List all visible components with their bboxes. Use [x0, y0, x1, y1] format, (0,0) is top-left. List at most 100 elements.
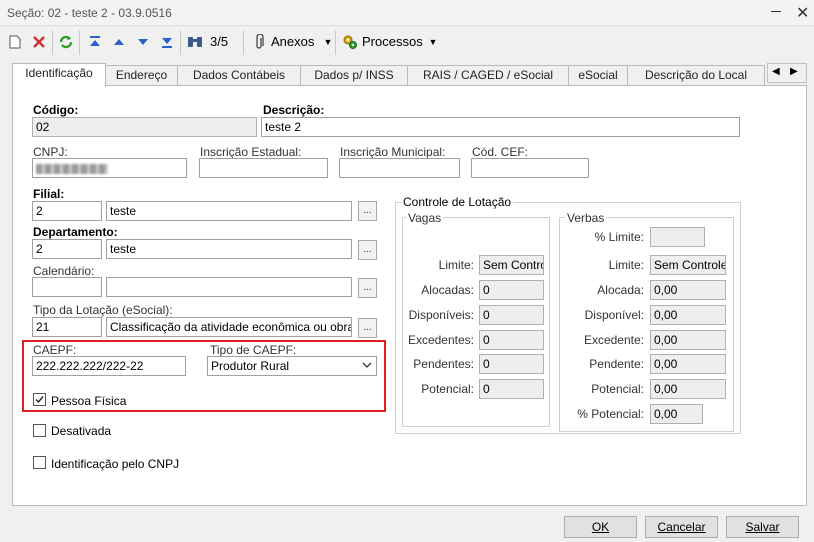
toolbar-separator	[243, 31, 244, 55]
new-document-icon[interactable]	[6, 33, 24, 51]
insc-estadual-label: Inscrição Estadual:	[200, 145, 302, 159]
tab-endereco[interactable]: Endereço	[105, 65, 178, 85]
pessoa-fisica-label: Pessoa Física	[51, 394, 127, 408]
scroll-right-icon[interactable]: ▶	[790, 66, 798, 77]
calendario-label: Calendário:	[33, 264, 95, 278]
descricao-field[interactable]: teste 2	[261, 117, 740, 137]
tipo-lotacao-code-field[interactable]: 21	[32, 317, 102, 337]
next-record-icon[interactable]	[134, 33, 152, 51]
verbas-pct-potencial-label: % Potencial:	[577, 407, 644, 421]
delete-icon[interactable]	[30, 33, 48, 51]
tab-rais-caged-esocial[interactable]: RAIS / CAGED / eSocial	[407, 65, 569, 85]
vagas-excedentes-label: Excedentes:	[407, 333, 474, 347]
cancelar-button[interactable]: Cancelar	[645, 516, 718, 538]
verbas-pct-limite-label: % Limite:	[594, 230, 644, 244]
verbas-potencial-label: Potencial:	[591, 382, 644, 396]
vagas-alocadas-field: 0	[479, 280, 544, 300]
filial-code-field[interactable]: 2	[32, 201, 102, 221]
verbas-disponivel-label: Disponível:	[584, 308, 644, 322]
vagas-disponiveis-label: Disponíveis:	[408, 308, 474, 322]
record-counter: 3/5	[210, 34, 229, 49]
verbas-excedente-label: Excedente:	[583, 333, 644, 347]
caepf-field[interactable]: 222.222.222/222-22	[32, 356, 186, 376]
desativada-label: Desativada	[51, 424, 112, 438]
window-title: Seção: 02 - teste 2 - 03.9.0516	[7, 6, 172, 20]
refresh-icon[interactable]	[57, 33, 75, 51]
verbas-title: Verbas	[565, 211, 607, 225]
vagas-pendentes-field: 0	[479, 354, 544, 374]
minimize-icon[interactable]	[771, 11, 781, 12]
anexos-button[interactable]: Anexos	[271, 34, 314, 49]
ident-cnpj-label: Identificação pelo CNPJ	[51, 457, 180, 471]
first-record-icon[interactable]	[86, 33, 104, 51]
tab-scroll-buttons: ◀ ▶	[767, 63, 807, 83]
title-bar: Seção: 02 - teste 2 - 03.9.0516 ✕	[0, 0, 814, 26]
descricao-label: Descrição:	[263, 103, 325, 117]
vagas-potencial-label: Potencial:	[421, 382, 474, 396]
calendario-name-field	[106, 277, 352, 297]
last-record-icon[interactable]	[158, 33, 176, 51]
tab-identificacao[interactable]: Identificação	[12, 63, 106, 87]
tipo-caepf-value: Produtor Rural	[211, 359, 290, 373]
verbas-pct-potencial-field: 0,00	[650, 404, 703, 424]
vagas-disponiveis-field: 0	[479, 305, 544, 325]
verbas-disponivel-field: 0,00	[650, 305, 726, 325]
filial-name-field: teste	[106, 201, 352, 221]
cod-cef-field[interactable]	[471, 158, 589, 178]
tab-descricao-local[interactable]: Descrição do Local	[627, 65, 765, 85]
cnpj-field[interactable]	[32, 158, 187, 178]
toolbar-separator	[335, 31, 336, 55]
pessoa-fisica-checkbox[interactable]	[33, 393, 46, 406]
tipo-lotacao-lookup-button[interactable]: ...	[358, 318, 377, 338]
vagas-alocadas-label: Alocadas:	[421, 283, 474, 297]
departamento-name-field: teste	[106, 239, 352, 259]
insc-estadual-field[interactable]	[199, 158, 328, 178]
codigo-field: 02	[32, 117, 257, 137]
controle-lotacao-title: Controle de Lotação	[401, 195, 514, 209]
ok-button[interactable]: OK	[564, 516, 637, 538]
desativada-checkbox[interactable]	[33, 424, 46, 437]
binoculars-icon[interactable]	[186, 33, 204, 51]
insc-municipal-label: Inscrição Municipal:	[340, 145, 446, 159]
filial-label: Filial:	[33, 187, 65, 201]
salvar-button[interactable]: Salvar	[726, 516, 799, 538]
codigo-label: Código:	[33, 103, 79, 117]
verbas-pct-limite-field	[650, 227, 705, 247]
paperclip-icon[interactable]	[250, 33, 268, 51]
vagas-pendentes-label: Pendentes:	[413, 357, 474, 371]
redacted-cnpj	[36, 163, 108, 174]
calendario-code-field[interactable]	[32, 277, 102, 297]
scroll-left-icon[interactable]: ◀	[772, 66, 780, 77]
tipo-lotacao-label: Tipo da Lotação (eSocial):	[33, 303, 173, 317]
chevron-down-icon[interactable]: ▼	[424, 33, 442, 51]
tab-dados-inss[interactable]: Dados p/ INSS	[300, 65, 408, 85]
tipo-caepf-select[interactable]: Produtor Rural	[207, 356, 377, 376]
vagas-limite-field: Sem Controle	[479, 255, 544, 275]
departamento-code-field[interactable]: 2	[32, 239, 102, 259]
chevron-down-icon[interactable]	[362, 359, 372, 373]
toolbar-separator	[52, 31, 53, 55]
caepf-label: CAEPF:	[33, 343, 77, 357]
filial-lookup-button[interactable]: ...	[358, 201, 377, 221]
vagas-limite-label: Limite:	[438, 258, 474, 272]
tab-esocial[interactable]: eSocial	[568, 65, 628, 85]
verbas-excedente-field: 0,00	[650, 330, 726, 350]
close-icon[interactable]: ✕	[796, 3, 809, 23]
gears-icon[interactable]	[341, 33, 359, 51]
calendario-lookup-button[interactable]: ...	[358, 278, 377, 298]
toolbar-separator	[79, 31, 80, 55]
ident-cnpj-checkbox[interactable]	[33, 456, 46, 469]
insc-municipal-field[interactable]	[339, 158, 460, 178]
verbas-pendente-label: Pendente:	[589, 357, 644, 371]
departamento-label: Departamento:	[33, 225, 118, 239]
verbas-alocada-label: Alocada:	[597, 283, 644, 297]
cnpj-label: CNPJ:	[33, 145, 68, 159]
verbas-potencial-field: 0,00	[650, 379, 726, 399]
previous-record-icon[interactable]	[110, 33, 128, 51]
departamento-lookup-button[interactable]: ...	[358, 240, 377, 260]
processos-button[interactable]: Processos	[362, 34, 423, 49]
cod-cef-label: Cód. CEF:	[472, 145, 529, 159]
tipo-caepf-label: Tipo de CAEPF:	[210, 343, 297, 357]
tab-dados-contabeis[interactable]: Dados Contábeis	[177, 65, 301, 85]
verbas-limite-label: Limite:	[608, 258, 644, 272]
